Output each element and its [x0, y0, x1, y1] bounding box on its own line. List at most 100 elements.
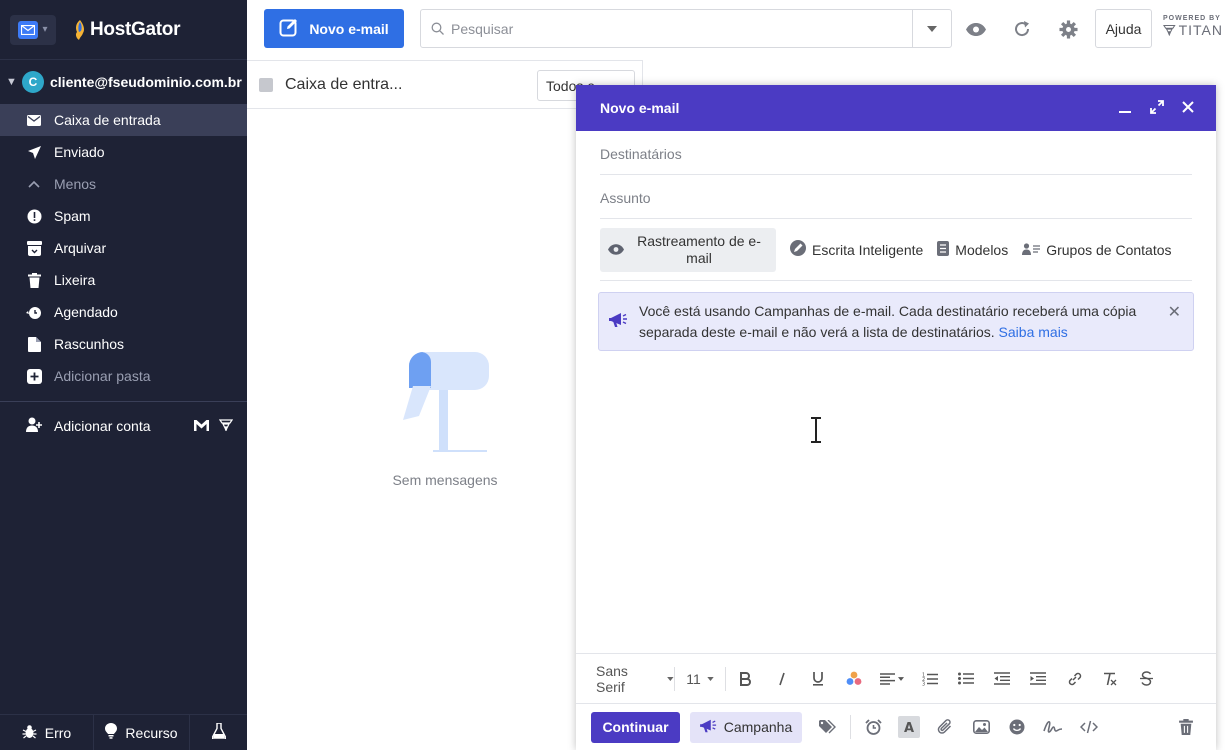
bullet-list-icon[interactable] [948, 672, 984, 685]
image-icon[interactable] [963, 712, 999, 742]
notice-text: Você está usando Campanhas de e-mail. Ca… [639, 301, 1139, 343]
chevron-down-icon: ▾ [42, 24, 48, 35]
contact-groups-button[interactable]: Grupos de Contatos [1022, 241, 1172, 258]
flask-icon [211, 722, 226, 742]
alarm-icon[interactable] [855, 712, 891, 742]
folder-less[interactable]: Menos [0, 168, 247, 200]
megaphone-icon [699, 718, 718, 737]
learn-more-link[interactable]: Saiba mais [999, 324, 1068, 340]
folder-inbox[interactable]: Caixa de entrada [0, 104, 247, 136]
contact-groups-label: Grupos de Contatos [1046, 241, 1172, 258]
feature-request-button[interactable]: Recurso [94, 715, 190, 750]
clear-format-icon[interactable] [1092, 672, 1128, 686]
ordered-list-icon[interactable]: 123 [912, 672, 948, 686]
titan-brand: TITAN [1178, 22, 1223, 38]
folder-spam[interactable]: Spam [0, 200, 247, 232]
titan-icon [1163, 25, 1176, 36]
drafts-icon [26, 336, 42, 352]
app-switcher[interactable]: ▾ [10, 14, 56, 45]
smart-write-button[interactable]: Escrita Inteligente [790, 240, 923, 259]
divider [0, 401, 247, 402]
expand-icon[interactable] [1150, 99, 1164, 117]
mail-app-icon [18, 20, 39, 39]
campaign-button[interactable]: Campanha [690, 711, 802, 743]
search-input[interactable] [451, 20, 911, 37]
eye-icon[interactable] [966, 19, 986, 39]
empty-text: Sem mensagens [392, 472, 498, 488]
account-row[interactable]: ▼ C cliente@fseudominio.com.br [0, 60, 247, 104]
folder-trash[interactable]: Lixeira [0, 264, 247, 296]
add-account-button[interactable]: Adicionar conta [0, 410, 247, 442]
caret-down-icon [707, 676, 714, 681]
spam-icon [26, 208, 42, 224]
report-error-button[interactable]: Erro [0, 715, 94, 750]
recipients-field[interactable] [600, 143, 1192, 162]
search-icon [431, 22, 445, 36]
font-family-value: Sans Serif [596, 662, 628, 695]
folder-add[interactable]: Adicionar pasta [0, 360, 247, 392]
folder-label: Enviado [54, 144, 105, 160]
folder-title: Caixa de entra... [285, 75, 403, 93]
caret-down-icon [927, 25, 937, 32]
eye-icon [608, 242, 624, 258]
italic-icon[interactable] [764, 672, 800, 686]
attach-icon[interactable] [927, 712, 963, 742]
outdent-icon[interactable] [984, 672, 1020, 685]
bold-icon[interactable] [726, 671, 764, 686]
folder-archive[interactable]: Arquivar [0, 232, 247, 264]
underline-icon[interactable] [800, 671, 836, 686]
search-options-dropdown[interactable] [912, 10, 951, 47]
font-size-value: 11 [686, 670, 701, 687]
close-icon[interactable] [1182, 100, 1194, 116]
provider-icons [194, 418, 234, 434]
code-icon[interactable] [1071, 712, 1107, 742]
tag-icon[interactable] [810, 712, 846, 742]
templates-button[interactable]: Modelos [937, 240, 1008, 259]
titan-icon[interactable] [218, 418, 234, 434]
continue-button[interactable]: Continuar [591, 711, 680, 743]
new-email-label: Novo e-mail [309, 20, 389, 37]
discard-trash-icon[interactable] [1168, 712, 1204, 742]
inbox-icon [26, 112, 42, 128]
email-tracking-button[interactable]: Rastreamento de e-mail [600, 227, 776, 272]
close-icon[interactable]: ✕ [1168, 302, 1181, 322]
folder-label: Adicionar pasta [54, 368, 151, 384]
help-button[interactable]: Ajuda [1095, 9, 1152, 48]
align-icon[interactable] [872, 672, 912, 685]
folder-label: Arquivar [54, 240, 107, 256]
subject-field[interactable] [600, 187, 1192, 206]
divider [850, 715, 851, 739]
campaign-notice: Você está usando Campanhas de e-mail. Ca… [598, 292, 1194, 351]
labs-button[interactable] [190, 715, 247, 750]
indent-icon[interactable] [1020, 672, 1056, 685]
settings-gear-icon[interactable] [1058, 19, 1078, 39]
emoji-icon[interactable] [999, 712, 1035, 742]
signature-icon[interactable] [1035, 712, 1071, 742]
refresh-icon[interactable] [1012, 19, 1032, 39]
compose-icon [279, 17, 299, 40]
gmail-icon[interactable] [194, 418, 209, 434]
text-style-icon[interactable]: A [891, 712, 927, 742]
feature-label: Recurso [125, 724, 178, 741]
powered-by-titan: POWERED BY TITAN [1163, 15, 1223, 38]
font-size-select[interactable]: 11 [675, 671, 725, 687]
caret-down-icon [667, 676, 674, 681]
strikethrough-icon[interactable] [1128, 671, 1164, 686]
folder-drafts[interactable]: Rascunhos [0, 328, 247, 360]
text-color-icon[interactable] [836, 671, 872, 686]
link-icon[interactable] [1056, 671, 1092, 686]
empty-mailbox-icon [403, 352, 489, 452]
account-email: cliente@fseudominio.com.br [50, 74, 242, 90]
folder-sent[interactable]: Enviado [0, 136, 247, 168]
minimize-icon[interactable] [1118, 100, 1132, 117]
svg-text:3: 3 [922, 681, 925, 686]
titan-logo: TITAN [1163, 22, 1223, 38]
font-family-select[interactable]: Sans Serif [584, 663, 674, 695]
text-cursor-icon [811, 417, 821, 443]
folder-label: Caixa de entrada [54, 112, 161, 128]
select-all-checkbox[interactable] [259, 77, 273, 92]
trash-icon [26, 272, 42, 288]
folder-scheduled[interactable]: Agendado [0, 296, 247, 328]
campaign-label: Campanha [723, 719, 793, 735]
new-email-button[interactable]: Novo e-mail [264, 9, 404, 48]
